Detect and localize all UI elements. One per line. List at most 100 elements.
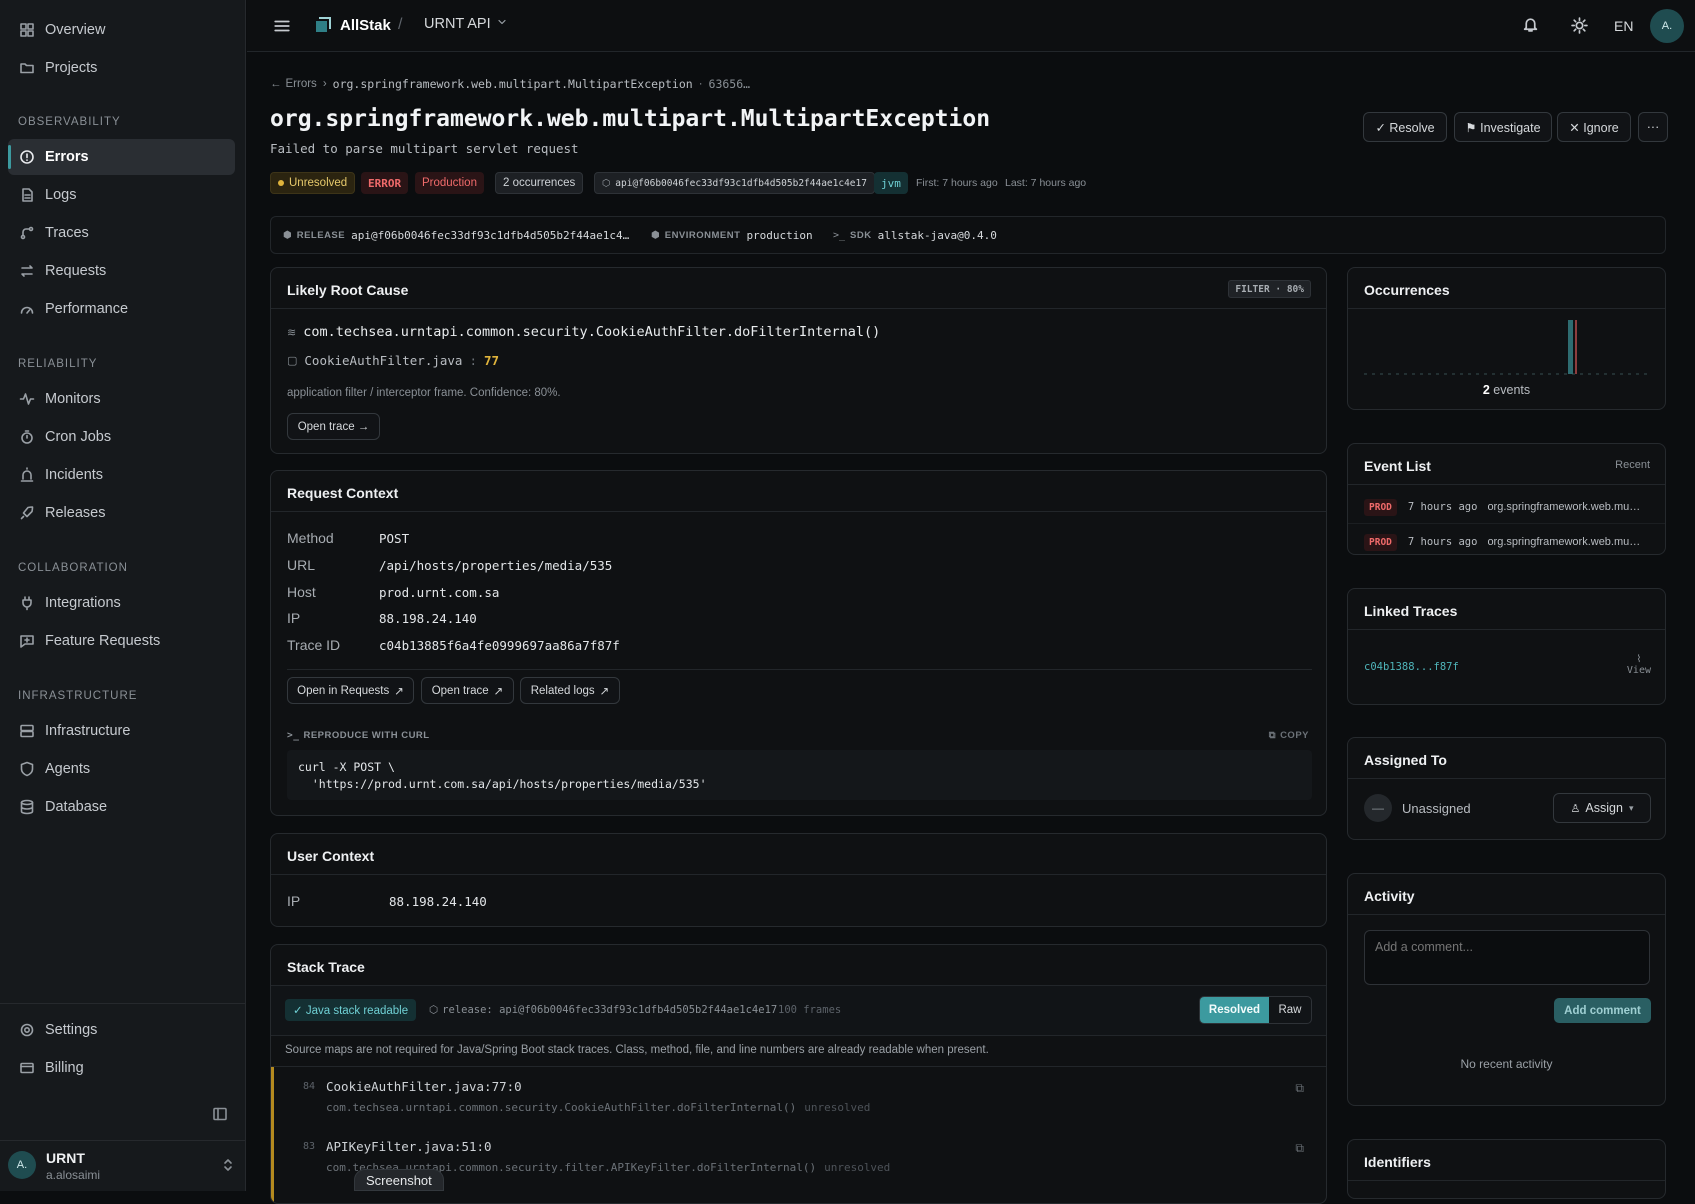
occurrences-badge: 2 occurrences (495, 172, 584, 194)
sidebar-item-performance[interactable]: Performance (8, 291, 235, 327)
sidebar-item-settings[interactable]: Settings (8, 1012, 235, 1048)
activity-icon: ⌇ (1636, 654, 1642, 665)
chevron-down-icon: ▾ (1628, 802, 1634, 813)
sidebar-item-projects[interactable]: Projects (8, 50, 235, 86)
sidebar-item-overview[interactable]: Overview (8, 12, 235, 48)
user-ip-label: IP (287, 893, 301, 909)
sidebar-item-feature-requests[interactable]: Feature Requests (8, 623, 235, 659)
package-icon: ⬢ (283, 230, 292, 241)
external-link-icon: ↗ (394, 685, 404, 698)
request-ip-value: 88.198.24.140 (379, 611, 477, 626)
meta-strip: ⬢ RELEASE api@f06b0046fec33df93c1dfb4d50… (270, 216, 1666, 254)
stack-release: ⬡ release: api@f06b0046fec33df93c1dfb4d50… (429, 1004, 778, 1016)
breadcrumb-errors-link[interactable]: Errors (286, 78, 317, 90)
event-list-card: Event List Recent PROD 7 hours ago org.s… (1347, 443, 1666, 555)
copy-icon[interactable]: ⧉ (1295, 1141, 1304, 1156)
list-item[interactable]: PROD 7 hours ago org.springframework.web… (1364, 496, 1651, 518)
status-dot (278, 180, 284, 186)
more-actions-button[interactable]: ··· (1638, 112, 1668, 142)
external-link-icon: ↗ (493, 685, 504, 698)
bell-icon[interactable] (1522, 16, 1539, 36)
assign-button[interactable]: ♙ Assign ▾ (1553, 793, 1651, 823)
stack-frame[interactable]: 84 CookieAuthFilter.java:77:0 com.techse… (271, 1067, 1326, 1127)
user-context-card: User Context IP 88.198.24.140 (270, 833, 1327, 927)
root-cause-card: Likely Root Cause FILTER · 80% ≋ com.tec… (270, 267, 1327, 454)
menu-icon[interactable] (273, 17, 291, 38)
open-trace-link-button[interactable]: Open trace ↗ (421, 677, 514, 704)
language-switcher[interactable]: EN (1614, 18, 1633, 34)
sidebar-item-requests[interactable]: Requests (8, 253, 235, 289)
topbar-separator: / (398, 16, 403, 33)
copy-curl-button[interactable]: ⧉ COPY (1269, 730, 1309, 741)
sun-icon[interactable] (1571, 17, 1588, 37)
sidebar-item-database[interactable]: Database (8, 789, 235, 825)
occurrences-total: 2 events (1482, 383, 1531, 397)
add-comment-button[interactable]: Add comment (1554, 998, 1651, 1023)
file-icon: ▢ (287, 355, 298, 367)
tag-icon: ⬡ (429, 1004, 439, 1016)
status-badge: Unresolved (270, 172, 356, 194)
sidebar-item-cron-jobs[interactable]: Cron Jobs (8, 419, 235, 455)
timer-icon (19, 429, 35, 445)
user-avatar[interactable]: A. (1650, 9, 1684, 43)
related-logs-button[interactable]: Related logs ↗ (520, 677, 620, 704)
user-ip-value: 88.198.24.140 (389, 894, 487, 909)
copy-icon[interactable]: ⧉ (1295, 1081, 1304, 1096)
chart-bar (1568, 320, 1573, 374)
sidebar-item-integrations[interactable]: Integrations (8, 585, 235, 621)
list-item[interactable]: PROD 7 hours ago org.springframework.web… (1364, 531, 1651, 553)
breadcrumb: ← Errors › org.springframework.web.multi… (270, 77, 751, 91)
page-title: org.springframework.web.multipart.Multip… (270, 106, 991, 132)
open-in-requests-button[interactable]: Open in Requests ↗ (287, 677, 414, 704)
server-icon (19, 723, 35, 739)
sidebar-divider (0, 1003, 245, 1004)
request-url-value: /api/hosts/properties/media/535 (379, 558, 613, 573)
credit-card-icon (19, 1060, 35, 1076)
level-badge: ERROR (361, 172, 409, 194)
investigate-button[interactable]: ⚑ Investigate (1454, 112, 1552, 142)
sidebar-item-infrastructure[interactable]: Infrastructure (8, 713, 235, 749)
linked-trace-link[interactable]: c04b1388...f87f (1364, 661, 1459, 673)
sidebar-item-monitors[interactable]: Monitors (8, 381, 235, 417)
java-readable-badge: ✓ Java stack readable (285, 999, 417, 1021)
comment-input[interactable] (1364, 930, 1650, 985)
section-reliability: RELIABILITY (18, 358, 98, 370)
external-link-icon: ↗ (599, 685, 610, 698)
sidebar-item-agents[interactable]: Agents (8, 751, 235, 787)
sidebar-item-errors[interactable]: Errors (8, 139, 235, 175)
shield-icon (19, 761, 35, 777)
root-cause-method: ≋ com.techsea.urntapi.common.security.Co… (287, 324, 881, 340)
frame-file: APIKeyFilter.java:51:0 (326, 1139, 492, 1154)
user-switcher[interactable]: A. URNT a.alosaimi (0, 1140, 245, 1191)
section-collaboration: COLLABORATION (18, 562, 128, 574)
view-trace-button[interactable]: ⌇ View (1627, 654, 1651, 676)
assignee-name: Unassigned (1402, 801, 1471, 816)
screenshot-tooltip: Screenshot (354, 1169, 444, 1191)
open-trace-button[interactable]: Open trace → (287, 413, 380, 440)
sidebar-item-releases[interactable]: Releases (8, 495, 235, 531)
curl-label: >_ REPRODUCE WITH CURL (287, 730, 430, 741)
tab-resolved[interactable]: Resolved (1200, 997, 1269, 1023)
sidebar-item-billing[interactable]: Billing (8, 1050, 235, 1086)
arrow-left-icon: ← (270, 78, 282, 90)
tab-raw[interactable]: Raw (1269, 997, 1311, 1023)
brand-name[interactable]: AllStak (340, 17, 391, 34)
ignore-button[interactable]: ✕ Ignore (1557, 112, 1631, 142)
collapse-sidebar-icon[interactable] (212, 1106, 228, 1125)
folder-icon (19, 60, 35, 76)
root-cause-file: ▢ CookieAuthFilter.java : 77 (287, 353, 500, 368)
identifiers-card: Identifiers (1347, 1139, 1666, 1199)
sidebar-item-incidents[interactable]: Incidents (8, 457, 235, 493)
sidebar-item-logs[interactable]: Logs (8, 177, 235, 213)
sidebar-item-traces[interactable]: Traces (8, 215, 235, 251)
tag-icon: ⬡ (602, 177, 611, 189)
stack-trace-card: Stack Trace ✓ Java stack readable ⬡ relea… (270, 944, 1327, 1204)
resolve-button[interactable]: ✓ Resolve (1363, 112, 1447, 142)
rocket-icon (19, 505, 35, 521)
release-badge: ⬡ api@f06b0046fec33df93c1dfb4d505b2f44ae1… (594, 172, 875, 194)
file-text-icon (19, 187, 35, 203)
recent-filter[interactable]: Recent (1615, 459, 1650, 471)
filter-confidence-badge: FILTER · 80% (1228, 280, 1311, 298)
project-switcher[interactable]: URNT API (424, 16, 508, 32)
stack-frame[interactable]: 83 APIKeyFilter.java:51:0 com.techsea.ur… (271, 1127, 1326, 1203)
